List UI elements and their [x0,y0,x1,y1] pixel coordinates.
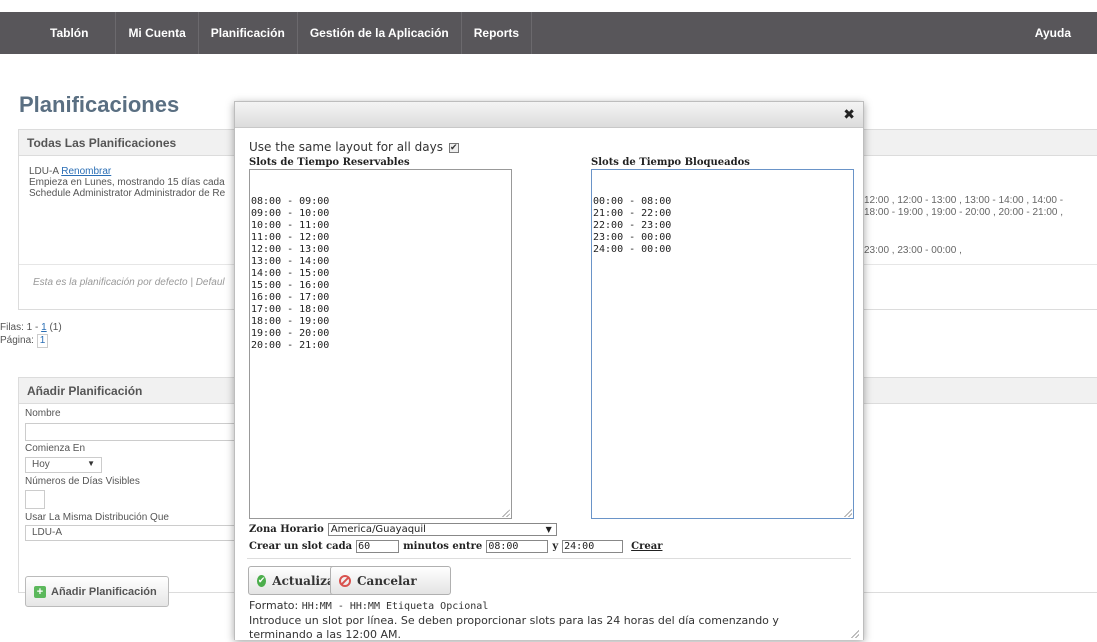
create-slots-link[interactable]: Crear [631,541,662,552]
same-layout-checkbox[interactable]: ✔ [448,142,459,153]
resize-grip-icon[interactable] [844,509,852,517]
and-label: y [552,541,559,552]
rows-suffix: (1) [46,322,62,333]
nav-reports[interactable]: Reports [462,12,533,54]
starts-select[interactable]: Hoy ▼ [25,457,102,473]
create-prefix-label: Crear un slot cada [249,541,353,552]
days-label: Números de Días Visibles [25,476,140,487]
blocked-slots-title: Slots de Tiempo Bloqueados [591,157,750,168]
reservable-slots-textarea[interactable]: 08:00 - 09:00 09:00 - 10:00 10:00 - 11:0… [249,169,512,519]
schedule-name: LDU-A [29,166,59,177]
format-label: Formato: [249,599,302,612]
nav-schedule[interactable]: Planificación [199,12,298,54]
top-navigation: Tablón Mi Cuenta Planificación Gestión d… [0,12,1097,54]
schedule-slot-list: 12:00 , 12:00 - 13:00 , 13:00 - 14:00 , … [864,195,1063,219]
pager: Filas: 1 - 1 (1) Página: 1 [0,322,62,348]
plus-icon: + [34,585,46,598]
layout-label: Usar La Misma Distribución Que [25,512,169,523]
add-schedule-button-label: Añadir Planificación [51,585,157,598]
format-value: HH:MM - HH:MM Etiqueta Opcional [301,601,489,612]
schedule-admin-info: Schedule Administrator Administrador de … [29,188,226,199]
slot-start-input[interactable]: 08:00 [486,540,549,553]
divider [247,558,851,559]
schedule-blocked-line: 23:00 , 23:00 - 00:00 , [864,245,962,256]
nav-dashboard[interactable]: Tablón [0,12,117,54]
nav-my-account[interactable]: Mi Cuenta [116,12,199,54]
format-help: Formato: HH:MM - HH:MM Etiqueta Opcional… [249,599,849,642]
cancel-button-label: Cancelar [357,573,417,588]
page-number[interactable]: 1 [36,334,49,348]
resize-grip-icon[interactable] [502,509,510,517]
dialog-titlebar: ✖ [235,102,863,128]
default-schedule-note: Esta es la planificación por defecto | D… [33,277,225,288]
timezone-value: America/Guayaquil [330,524,426,535]
starts-value: Hoy [32,459,50,470]
starts-label: Comienza En [25,443,86,454]
schedule-start-info: Empieza en Lunes, mostrando 15 días cada [29,177,225,188]
close-icon[interactable]: ✖ [843,108,855,122]
slot-minutes-input[interactable]: 60 [356,540,400,553]
resize-grip-icon[interactable] [851,630,859,638]
minutes-between-label: minutos entre [403,541,483,552]
days-input[interactable] [25,490,45,509]
schedule-summary: LDU-A Renombrar Empieza en Lunes, mostra… [29,166,225,199]
chevron-down-icon: ▼ [87,459,95,468]
same-layout-option: Use the same layout for all days ✔ [249,140,459,154]
help-line: Introduce un slot por línea. Se deben pr… [249,614,779,627]
reservable-slots-text: 08:00 - 09:00 09:00 - 10:00 10:00 - 11:0… [251,196,330,351]
page-title: Planificaciones [19,92,180,117]
nav-help[interactable]: Ayuda [1023,12,1097,54]
nav-app-management[interactable]: Gestión de la Aplicación [298,12,462,54]
schedule-slot-line: 12:00 , 12:00 - 13:00 , 13:00 - 14:00 , … [864,195,1064,206]
layout-select[interactable]: LDU-A [25,525,265,541]
timezone-row: Zona Horario America/Guayaquil ▼ [249,523,557,536]
layout-dialog: ✖ Use the same layout for all days ✔ Slo… [234,101,864,642]
cancel-icon [339,574,351,587]
rename-link[interactable]: Renombrar [61,166,111,177]
rows-prefix: Filas: 1 - [0,322,42,333]
schedule-slot-line: 18:00 - 19:00 , 19:00 - 20:00 , 20:00 - … [864,207,1064,218]
name-input[interactable] [25,423,265,441]
create-slot-row: Crear un slot cada 60 minutos entre 08:0… [249,540,662,553]
timezone-label: Zona Horario [249,524,324,535]
blocked-slots-textarea[interactable]: 00:00 - 08:00 21:00 - 22:00 22:00 - 23:0… [591,169,854,519]
blocked-slots-text: 00:00 - 08:00 21:00 - 22:00 22:00 - 23:0… [593,196,672,255]
reservable-slots-title: Slots de Tiempo Reservables [249,157,410,168]
slot-end-input[interactable]: 24:00 [562,540,624,553]
same-layout-label: Use the same layout for all days [249,140,443,154]
chevron-down-icon: ▼ [545,525,552,534]
check-circle-icon: ✔ [257,574,267,587]
cancel-button[interactable]: Cancelar [330,566,451,595]
timezone-select[interactable]: America/Guayaquil ▼ [327,523,557,536]
page-label: Página: [0,335,37,346]
add-schedule-button[interactable]: + Añadir Planificación [25,576,169,607]
name-label: Nombre [25,408,61,419]
